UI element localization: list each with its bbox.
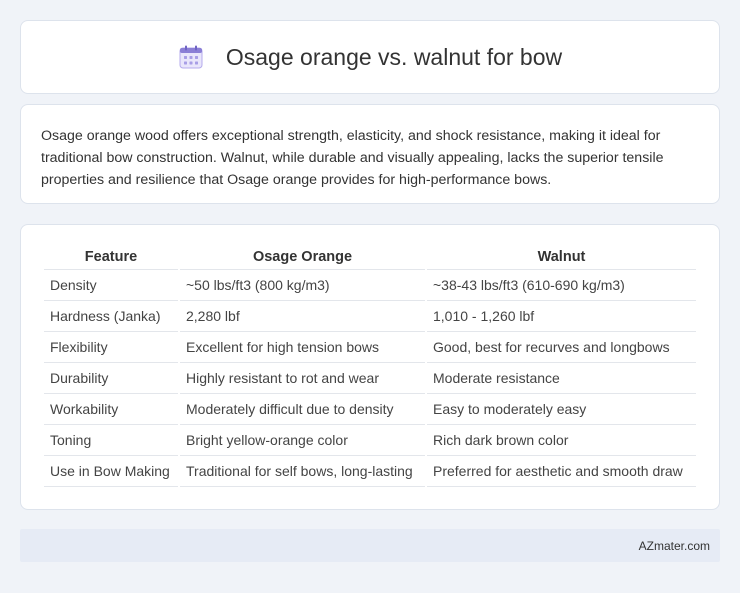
table-cell-walnut: 1,010 - 1,260 lbf [427, 301, 696, 332]
table-row: Toning Bright yellow-orange color Rich d… [44, 425, 696, 456]
table-cell-feature: Hardness (Janka) [44, 301, 178, 332]
comparison-card: Feature Osage Orange Walnut Density ~50 … [20, 224, 720, 510]
calendar-icon [178, 44, 204, 70]
column-header-walnut: Walnut [427, 245, 696, 270]
table-header-row: Feature Osage Orange Walnut [44, 245, 696, 270]
table-cell-walnut: Rich dark brown color [427, 425, 696, 456]
table-cell-feature: Toning [44, 425, 178, 456]
table-row: Hardness (Janka) 2,280 lbf 1,010 - 1,260… [44, 301, 696, 332]
table-cell-walnut: ~38-43 lbs/ft3 (610-690 kg/m3) [427, 270, 696, 301]
table-row: Density ~50 lbs/ft3 (800 kg/m3) ~38-43 l… [44, 270, 696, 301]
page-title: Osage orange vs. walnut for bow [225, 43, 563, 70]
table-cell-walnut: Preferred for aesthetic and smooth draw [427, 456, 696, 487]
table-cell-osage-orange: Bright yellow-orange color [180, 425, 425, 456]
table-cell-feature: Durability [44, 363, 178, 394]
table-cell-feature: Flexibility [44, 332, 178, 363]
table-row: Flexibility Excellent for high tension b… [44, 332, 696, 363]
table-cell-osage-orange: Moderately difficult due to density [180, 394, 425, 425]
comparison-table: Feature Osage Orange Walnut Density ~50 … [42, 245, 698, 487]
table-row: Workability Moderately difficult due to … [44, 394, 696, 425]
column-header-osage-orange: Osage Orange [180, 245, 425, 270]
footer: AZmater.com [20, 529, 720, 562]
table-cell-osage-orange: Highly resistant to rot and wear [180, 363, 425, 394]
title-card: Osage orange vs. walnut for bow [20, 20, 720, 94]
footer-brand[interactable]: AZmater.com [639, 539, 710, 553]
table-cell-feature: Density [44, 270, 178, 301]
description-card: Osage orange wood offers exceptional str… [20, 104, 720, 204]
table-cell-feature: Use in Bow Making [44, 456, 178, 487]
description-text: Osage orange wood offers exceptional str… [41, 128, 664, 188]
table-row: Durability Highly resistant to rot and w… [44, 363, 696, 394]
table-cell-walnut: Easy to moderately easy [427, 394, 696, 425]
table-cell-walnut: Moderate resistance [427, 363, 696, 394]
table-cell-osage-orange: ~50 lbs/ft3 (800 kg/m3) [180, 270, 425, 301]
column-header-feature: Feature [44, 245, 178, 270]
table-cell-osage-orange: 2,280 lbf [180, 301, 425, 332]
table-row: Use in Bow Making Traditional for self b… [44, 456, 696, 487]
table-cell-osage-orange: Excellent for high tension bows [180, 332, 425, 363]
table-cell-feature: Workability [44, 394, 178, 425]
table-cell-osage-orange: Traditional for self bows, long-lasting [180, 456, 425, 487]
table-cell-walnut: Good, best for recurves and longbows [427, 332, 696, 363]
